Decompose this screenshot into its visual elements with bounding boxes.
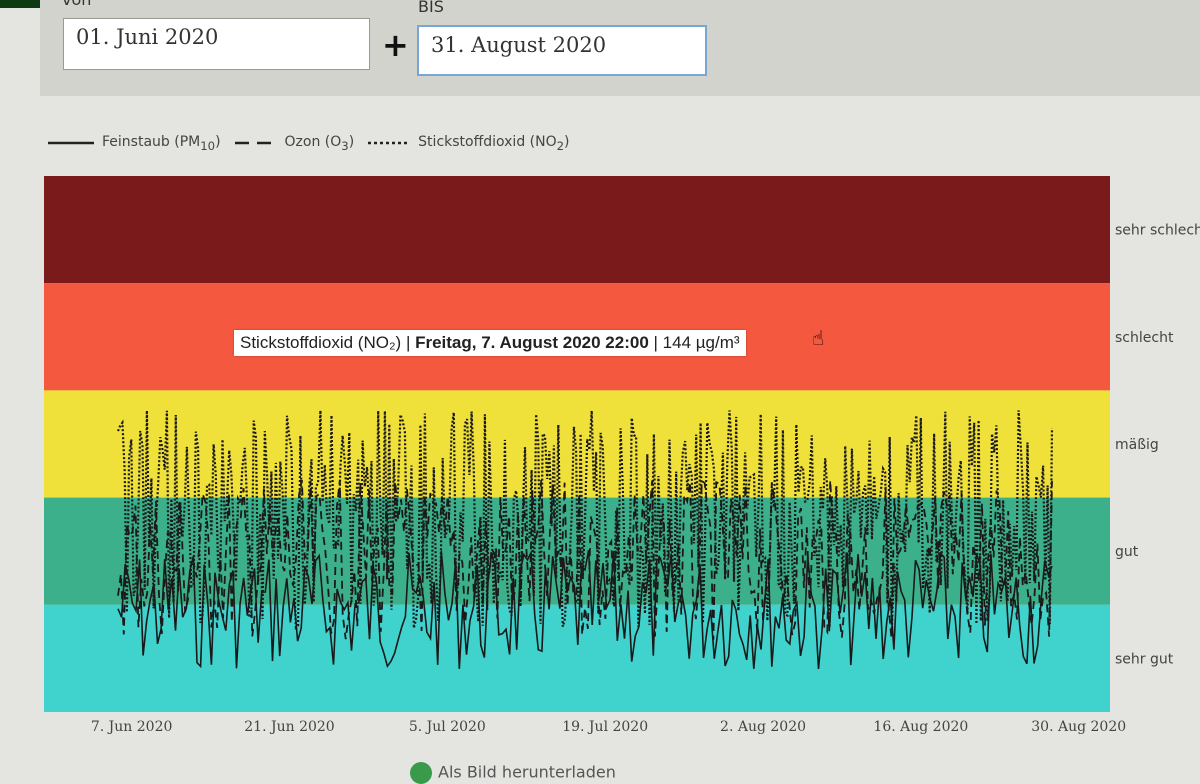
band-label: sehr gut xyxy=(1115,651,1174,667)
quality-band xyxy=(44,176,1110,284)
band-label: gut xyxy=(1115,544,1139,560)
x-tick-label: 7. Jun 2020 xyxy=(91,719,173,735)
x-tick-label: 16. Aug 2020 xyxy=(873,719,968,735)
tooltip-datetime: Freitag, 7. August 2020 22:00 xyxy=(415,333,649,352)
band-label: schlecht xyxy=(1115,330,1174,346)
tooltip-sep: | xyxy=(401,333,416,352)
tooltip-sep: | xyxy=(648,333,663,352)
x-tick-label: 2. Aug 2020 xyxy=(720,719,806,735)
band-label: mäßig xyxy=(1115,437,1159,453)
download-image-link[interactable]: Als Bild herunterladen xyxy=(410,762,616,784)
x-tick-label: 21. Jun 2020 xyxy=(244,719,334,735)
tooltip-series: Stickstoffdioxid (NO₂) xyxy=(240,333,402,352)
tooltip-value: 144 µg/m³ xyxy=(662,333,740,352)
band-label: sehr schlecht xyxy=(1115,223,1200,239)
x-tick-label: 30. Aug 2020 xyxy=(1031,719,1126,735)
x-tick-label: 19. Jul 2020 xyxy=(562,719,648,735)
air-quality-chart: sehr schlecht schlecht mäßig gut sehr gut 7. … xyxy=(44,176,1200,735)
x-tick-label: 5. Jul 2020 xyxy=(409,719,486,735)
download-icon xyxy=(410,762,432,784)
chart-tooltip: Stickstoffdioxid (NO₂) | Freitag, 7. Aug… xyxy=(234,330,746,356)
hand-cursor-icon: ☝ xyxy=(812,326,825,350)
chart-area: sehr schlecht schlecht mäßig gut sehr gut 7. … xyxy=(0,0,1200,779)
